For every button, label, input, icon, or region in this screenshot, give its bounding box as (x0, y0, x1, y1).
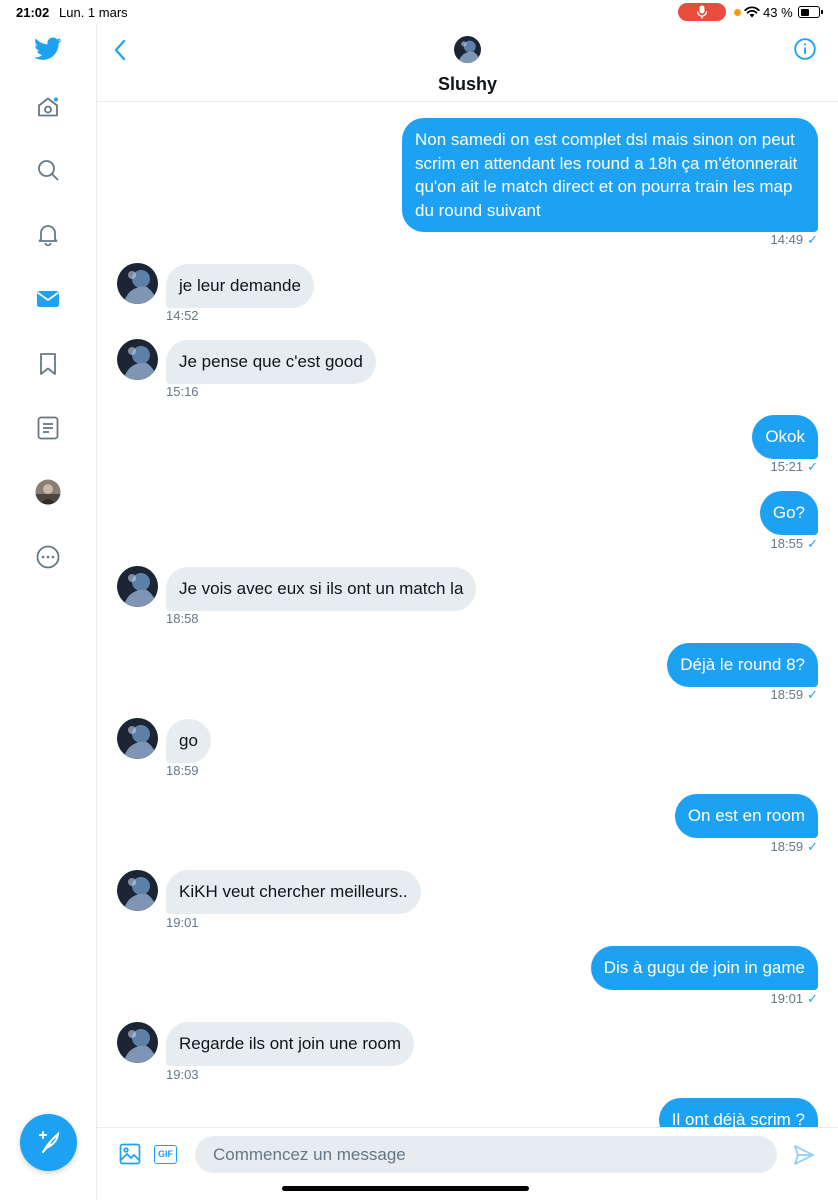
sent-check-icon: ✓ (807, 687, 818, 702)
message-time: 14:49 (770, 232, 804, 247)
message-bubble-incoming[interactable]: Je vois avec eux si ils ont un match la (166, 567, 477, 611)
message-bubble-outgoing[interactable]: On est en room (674, 794, 818, 838)
message-time: 14:52 (166, 308, 199, 323)
image-icon (119, 1143, 141, 1165)
sender-avatar[interactable] (117, 870, 158, 911)
back-button[interactable] (111, 38, 131, 62)
message-input[interactable] (195, 1136, 777, 1173)
status-time: 21:02 (16, 5, 50, 20)
lists-icon[interactable] (31, 411, 65, 445)
message-time: 18:59 (770, 687, 804, 702)
home-icon[interactable] (31, 90, 65, 124)
message-meta: 18:59 ✓ (771, 839, 818, 855)
privacy-dot-icon (734, 9, 741, 16)
message-meta: 18:59 ✓ (771, 687, 818, 703)
sent-check-icon: ✓ (807, 459, 818, 474)
add-media-button[interactable] (119, 1143, 141, 1170)
message-time: 19:01 (770, 991, 804, 1006)
message-bubble-outgoing[interactable]: Il ont déjà scrim ? (658, 1098, 818, 1127)
message-time: 18:59 (166, 763, 199, 778)
chevron-left-icon (114, 39, 126, 61)
status-bar: 21:02 Lun. 1 mars 43 % (0, 0, 838, 24)
message-bubble-outgoing[interactable]: Go? (759, 491, 818, 535)
message-bubble-incoming[interactable]: Regarde ils ont join une room (166, 1022, 415, 1066)
message-time: 18:55 (770, 536, 804, 551)
message-meta: 18:55 ✓ (771, 536, 818, 552)
message-bubble-outgoing[interactable]: Okok (752, 415, 818, 459)
message-time: 15:16 (166, 384, 199, 399)
message-meta: 15:21 ✓ (771, 459, 818, 475)
sent-check-icon: ✓ (807, 232, 818, 247)
more-icon[interactable] (31, 540, 65, 574)
send-button[interactable] (793, 1144, 815, 1171)
compose-button[interactable] (20, 1114, 77, 1171)
message-bubble-incoming[interactable]: KiKH veut chercher meilleurs.. (166, 870, 421, 914)
gif-button[interactable]: GIF (154, 1145, 177, 1164)
bookmarks-icon[interactable] (31, 347, 65, 381)
sent-check-icon: ✓ (807, 991, 818, 1006)
microphone-indicator-icon (678, 3, 726, 21)
message-bubble-incoming[interactable]: go (166, 719, 211, 763)
compose-feather-icon (38, 1130, 59, 1153)
battery-icon (798, 6, 823, 18)
sender-avatar[interactable] (117, 263, 158, 304)
message-bubble-outgoing[interactable]: Déjà le round 8? (667, 643, 818, 687)
header-avatar[interactable] (454, 36, 481, 63)
info-button[interactable] (794, 38, 816, 60)
battery-percentage: 43 % (763, 5, 793, 20)
home-indicator (282, 1186, 529, 1191)
wifi-icon (744, 5, 760, 21)
message-time: 19:03 (166, 1067, 199, 1082)
message-time: 19:01 (166, 915, 199, 930)
search-icon[interactable] (31, 153, 65, 187)
message-bubble-outgoing[interactable]: Non samedi on est complet dsl mais sinon… (402, 118, 818, 232)
info-icon (794, 38, 816, 60)
message-list[interactable]: Non samedi on est complet dsl mais sinon… (97, 102, 838, 1127)
message-bubble-incoming[interactable]: je leur demande (166, 264, 314, 308)
message-meta: 19:01 ✓ (771, 991, 818, 1007)
sidebar (0, 24, 97, 1200)
message-bubble-outgoing[interactable]: Dis à gugu de join in game (590, 946, 818, 990)
sender-avatar[interactable] (117, 1022, 158, 1063)
sender-avatar[interactable] (117, 718, 158, 759)
twitter-logo-icon[interactable] (31, 32, 65, 66)
conversation-header: Slushy (97, 24, 838, 102)
message-time: 18:58 (166, 611, 199, 626)
sent-check-icon: ✓ (807, 839, 818, 854)
sender-avatar[interactable] (117, 566, 158, 607)
sent-check-icon: ✓ (807, 536, 818, 551)
message-time: 15:21 (770, 459, 804, 474)
notifications-icon[interactable] (31, 217, 65, 251)
status-date: Lun. 1 mars (59, 5, 128, 20)
message-bubble-incoming[interactable]: Je pense que c'est good (166, 340, 376, 384)
sender-avatar[interactable] (117, 339, 158, 380)
send-icon (794, 1145, 814, 1165)
message-meta: 14:49 ✓ (771, 232, 818, 248)
profile-avatar[interactable] (31, 475, 65, 509)
messages-icon[interactable] (31, 282, 65, 316)
message-time: 18:59 (770, 839, 804, 854)
conversation-name[interactable]: Slushy (97, 74, 838, 95)
